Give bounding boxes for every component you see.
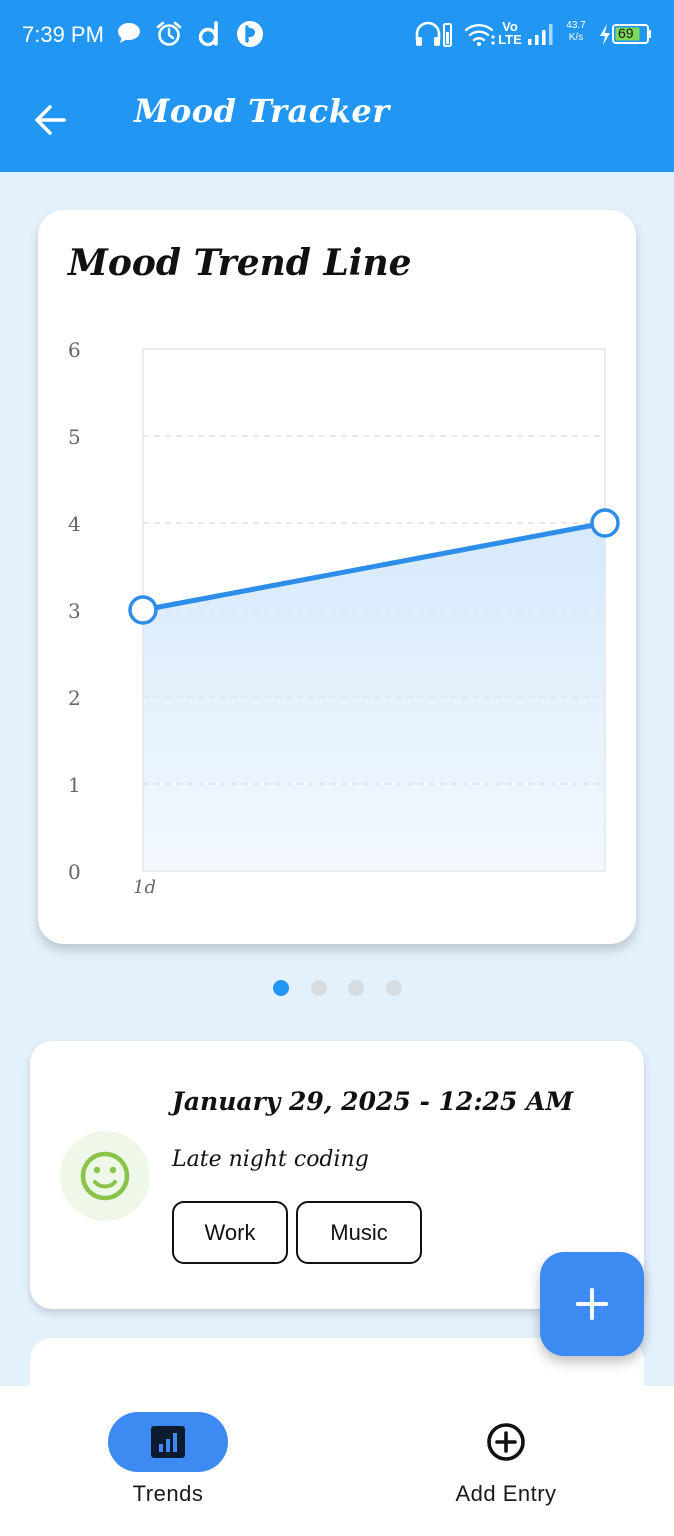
app-bar: Mood Tracker xyxy=(0,70,674,172)
volte-indicator: Vo LTE xyxy=(498,20,522,46)
charging-icon xyxy=(598,20,612,53)
volte-bottom: LTE xyxy=(498,32,522,47)
pager-dot[interactable] xyxy=(348,980,364,996)
y-tick-label: 5 xyxy=(68,425,81,449)
p-app-icon xyxy=(236,20,264,53)
net-speed: 43.7 K/s xyxy=(562,20,590,44)
page-title: Mood Tracker xyxy=(134,92,390,130)
signal-icon xyxy=(526,20,554,53)
nav-item-add-entry[interactable]: Add Entry xyxy=(396,1386,616,1536)
net-speed-unit: K/s xyxy=(568,32,584,43)
y-tick-label: 0 xyxy=(68,860,81,884)
back-button[interactable] xyxy=(26,98,78,142)
net-speed-value: 43.7 xyxy=(566,20,586,31)
pager-dot[interactable] xyxy=(273,980,289,996)
d-app-icon xyxy=(197,20,223,53)
entry-note: Late night coding xyxy=(172,1147,369,1172)
y-tick-label: 2 xyxy=(68,686,81,710)
top-bar: 7:39 PM Vo LTE 43.7 K/s 69 Mood Tracker xyxy=(0,0,674,172)
pager-dot[interactable] xyxy=(310,980,327,996)
y-tick-label: 3 xyxy=(68,599,81,623)
bar-chart-icon xyxy=(151,1426,185,1458)
nav-item-trends[interactable]: Trends xyxy=(58,1386,278,1536)
add-entry-fab[interactable] xyxy=(540,1252,644,1356)
mood-indicator xyxy=(60,1131,150,1221)
tag-chip[interactable]: Work xyxy=(172,1201,288,1264)
bottom-navigation: Trends Add Entry xyxy=(0,1386,674,1536)
active-indicator xyxy=(108,1412,228,1472)
y-tick-label: 4 xyxy=(68,512,81,536)
chart-pager xyxy=(0,980,674,998)
smiley-face-icon xyxy=(80,1151,130,1201)
plus-icon xyxy=(576,1288,608,1320)
wifi-icon xyxy=(464,20,496,53)
status-bar: 7:39 PM Vo LTE 43.7 K/s 69 xyxy=(0,0,674,70)
mood-trend-chart: 0 1 2 3 4 5 6 1d xyxy=(68,338,620,898)
alarm-icon xyxy=(155,20,183,53)
battery-level: 69 xyxy=(618,25,634,41)
data-point xyxy=(590,508,620,538)
series-area xyxy=(143,523,605,871)
tag-chip[interactable]: Music xyxy=(296,1201,422,1264)
add-circle-icon xyxy=(487,1423,525,1461)
status-time: 7:39 PM xyxy=(22,22,104,47)
entry-date: January 29, 2025 - 12:25 AM xyxy=(172,1087,574,1116)
y-tick-label: 1 xyxy=(68,773,81,797)
pager-dot[interactable] xyxy=(385,980,402,996)
arrow-left-icon xyxy=(35,105,66,135)
nav-label-add-entry: Add Entry xyxy=(455,1481,557,1506)
battery-icon: 69 xyxy=(612,23,652,50)
data-point xyxy=(128,595,158,625)
nav-label-trends: Trends xyxy=(132,1481,204,1506)
chat-bubble-icon xyxy=(116,20,142,51)
headphones-icon xyxy=(414,20,454,53)
y-tick-label: 6 xyxy=(68,338,81,362)
mood-chart-card: Mood Trend Line 0 1 2 3 4 5 6 1d xyxy=(38,210,636,944)
x-tick-label: 1d xyxy=(133,877,156,898)
